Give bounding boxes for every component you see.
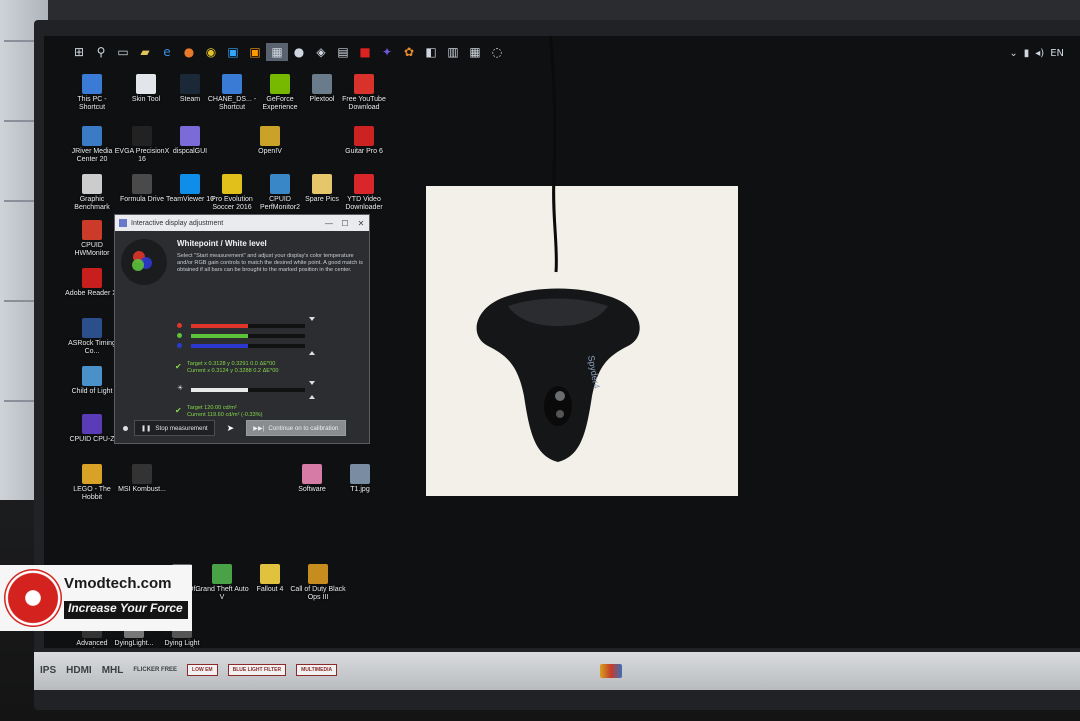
interactive-adjustment-dialog: Interactive display adjustment — ☐ ✕ Whi…	[114, 214, 370, 444]
check-icon: ✔	[175, 362, 182, 371]
mhl-badge: MHL	[101, 664, 124, 676]
feature-badges: IPS HDMI MHL FLICKER FREE LOW EM BLUE LI…	[40, 664, 338, 676]
blue-dot-icon	[177, 343, 182, 348]
target-marker-icon	[309, 351, 315, 355]
desktop-screen: ⊞ ⚲ ▭ ▰ e ● ◉ ▣ ▣ ▦ ● ◈ ▤ ■ ✦ ✿ ◧ ▥ ▦ ◌ …	[44, 36, 1080, 648]
close-icon[interactable]: ✕	[353, 219, 369, 228]
ips-badge: IPS	[40, 664, 57, 676]
record-indicator-icon	[123, 425, 128, 431]
target-marker-icon	[309, 381, 315, 385]
dialog-app-icon	[119, 219, 127, 227]
low-em-badge: LOW EM	[187, 664, 218, 676]
watermark-logo-icon	[4, 569, 62, 627]
whitepoint-status: ✔ Target x 0.3128 y 0.3291 0.0 ΔE*00 Cur…	[175, 361, 279, 374]
dialog-footer: ❚❚ Stop measurement ➤ ▶▶| Continue on to…	[115, 413, 369, 443]
green-dot-icon	[177, 333, 182, 338]
watermark: Vmodtech.com Increase Your Force	[0, 565, 192, 631]
blue-light-badge: BLUE LIGHT FILTER	[227, 664, 287, 676]
maximize-icon[interactable]: ☐	[337, 219, 353, 228]
brand-logo-icon	[600, 664, 622, 678]
brightness-icon: ☀	[177, 385, 184, 392]
green-gain-bar	[177, 333, 307, 339]
flicker-free-badge: FLICKER FREE	[133, 667, 178, 673]
brightness-bar: ☀	[177, 385, 307, 393]
multimedia-badge: MULTIMEDIA	[296, 664, 338, 676]
blue-gain-bar	[177, 343, 307, 349]
mouse-cursor-icon: ➤	[226, 422, 235, 433]
pause-icon: ❚❚	[141, 424, 152, 432]
stop-measurement-button[interactable]: ❚❚ Stop measurement	[134, 420, 215, 436]
watermark-subtitle: Increase Your Force	[64, 601, 188, 619]
red-dot-icon	[177, 323, 182, 328]
dialog-heading: Whitepoint / White level	[177, 239, 267, 248]
continue-calibration-button[interactable]: ▶▶| Continue on to calibration	[246, 420, 346, 436]
watermark-title: Vmodtech.com	[64, 575, 172, 592]
skip-forward-icon: ▶▶|	[253, 424, 265, 432]
target-marker-icon	[309, 395, 315, 399]
dialog-titlebar: Interactive display adjustment — ☐ ✕	[115, 215, 369, 231]
minimize-icon[interactable]: —	[321, 219, 337, 228]
dialog-description: Select "Start measurement" and adjust yo…	[177, 253, 363, 273]
colorimeter-sensor: Spyder4	[476, 288, 640, 462]
hdmi-badge: HDMI	[66, 664, 92, 676]
target-marker-icon	[309, 317, 315, 321]
red-gain-bar	[177, 323, 307, 329]
rgb-orb-icon	[121, 239, 167, 285]
dialog-title: Interactive display adjustment	[131, 219, 224, 227]
